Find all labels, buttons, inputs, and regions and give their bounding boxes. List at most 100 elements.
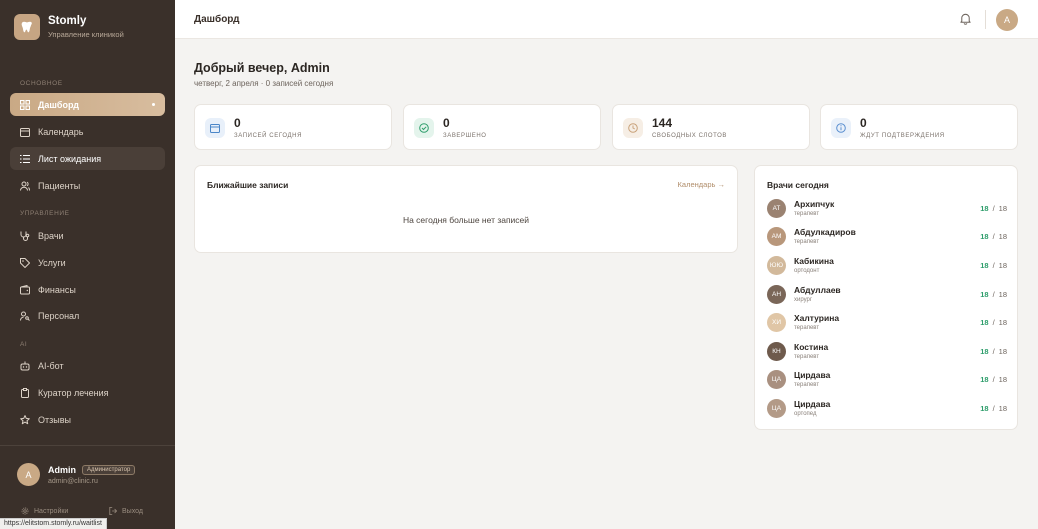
sidebar-item-finance[interactable]: Финансы	[10, 278, 165, 301]
sidebar-item-label: Дашборд	[38, 99, 79, 110]
sidebar-item-calendar[interactable]: Календарь	[10, 120, 165, 143]
calendar-icon	[205, 118, 225, 138]
calendar-link[interactable]: Календарь →	[678, 180, 725, 189]
sidebar-item-treatment-curator[interactable]: Куратор лечения	[10, 381, 165, 404]
clipboard-icon	[21, 387, 29, 398]
list-item[interactable]: АМ Абдулкадиров терапевт 18/18	[767, 225, 1007, 247]
sidebar-item-label: Лист ожидания	[38, 153, 102, 164]
section-ai-label: AI	[20, 341, 28, 348]
stat-label: СВОБОДНЫХ СЛОТОВ	[652, 133, 727, 139]
brand[interactable]: Stomly Управление клиникой	[14, 14, 124, 40]
doctor-name: Халтурина	[794, 313, 840, 323]
doctors-title: Врачи сегодня	[767, 180, 829, 190]
list-item[interactable]: ЦА Цирдава ортопед 18/18	[767, 397, 1007, 419]
sidebar-item-ai-bot[interactable]: AI-бот	[10, 354, 165, 377]
clock-icon	[623, 118, 643, 138]
bell-icon[interactable]	[959, 12, 972, 25]
settings-link[interactable]: Настройки	[21, 507, 68, 515]
sidebar-item-label: Врачи	[38, 230, 64, 241]
sidebar-item-staff[interactable]: Персонал	[10, 304, 165, 327]
brand-name: Stomly	[48, 15, 87, 27]
sidebar-item-services[interactable]: Услуги	[10, 251, 165, 274]
doctor-name: Костина	[794, 342, 829, 352]
wallet-icon	[20, 284, 30, 294]
list-item[interactable]: АТ Архипчук терапевт 18/18	[767, 197, 1007, 219]
sidebar-item-patients[interactable]: Пациенты	[10, 174, 165, 197]
avatar: КН	[767, 342, 786, 361]
brand-subtitle: Управление клиникой	[48, 30, 124, 39]
stat-card-completed: 0 ЗАВЕРШЕНО	[403, 104, 601, 150]
stat-card-today: 0 ЗАПИСЕЙ СЕГОДНЯ	[194, 104, 392, 150]
doctor-role: терапевт	[794, 382, 820, 388]
doctor-name: Абдулкадиров	[794, 227, 856, 237]
avatar[interactable]: A	[996, 9, 1018, 31]
sidebar-item-label: Услуги	[38, 257, 66, 268]
list-item[interactable]: ЮЮ Кабикина ортодонт 18/18	[767, 254, 1007, 276]
doctor-name: Кабикина	[794, 256, 834, 266]
stat-value: 0	[860, 116, 867, 130]
slot-count: 18/18	[980, 232, 1007, 241]
doctor-role: хирург	[794, 297, 813, 303]
avatar: АТ	[767, 199, 786, 218]
avatar: ХИ	[767, 313, 786, 332]
stat-label: ЗАВЕРШЕНО	[443, 133, 487, 139]
section-main-label: ОСНОВНОЕ	[20, 80, 63, 87]
list-item[interactable]: ЦА Цирдава терапевт 18/18	[767, 368, 1007, 390]
sidebar-item-label: Пациенты	[38, 180, 81, 191]
doctor-role: терапевт	[794, 354, 820, 360]
greeting-title: Добрый вечер, Admin	[194, 61, 330, 75]
page-title: Дашборд	[194, 14, 240, 25]
sidebar: Stomly Управление клиникой ОСНОВНОЕ Дашб…	[0, 0, 175, 529]
doctor-role: ортопед	[794, 411, 817, 417]
stat-label: ЗАПИСЕЙ СЕГОДНЯ	[234, 133, 303, 139]
upcoming-card: Ближайшие записи Календарь → На сегодня …	[194, 165, 738, 253]
topbar: Дашборд A	[175, 0, 1038, 39]
doctors-card: Врачи сегодня АТ Архипчук терапевт 18/18…	[754, 165, 1018, 430]
empty-state: На сегодня больше нет записей	[402, 215, 530, 225]
doctor-role: терапевт	[794, 211, 820, 217]
user-profile[interactable]: A Admin Администратор admin@clinic.ru	[17, 463, 136, 486]
slot-count: 18/18	[980, 404, 1007, 413]
stethoscope-icon	[20, 231, 30, 241]
sidebar-divider	[0, 445, 175, 446]
topbar-divider	[985, 10, 986, 29]
stat-card-pending: 0 ЖДУТ ПОДТВЕРЖДЕНИЯ	[820, 104, 1018, 150]
sidebar-item-label: Отзывы	[38, 414, 71, 425]
avatar: ЦА	[767, 399, 786, 418]
upcoming-title: Ближайшие записи	[207, 180, 289, 190]
doctor-role: терапевт	[794, 239, 820, 245]
settings-label: Настройки	[34, 507, 69, 515]
tooth-logo-icon	[14, 14, 40, 40]
slot-count: 18/18	[980, 261, 1007, 270]
doctor-role: ортодонт	[794, 268, 820, 274]
sidebar-item-reviews[interactable]: Отзывы	[10, 408, 165, 431]
link-status-url: https://elitstom.stomly.ru/waitlist	[0, 518, 107, 529]
grid-icon	[20, 99, 30, 110]
stat-value: 0	[443, 116, 450, 130]
sidebar-item-label: Персонал	[38, 310, 80, 321]
sidebar-item-doctors[interactable]: Врачи	[10, 224, 165, 247]
role-badge: Администратор	[82, 464, 136, 475]
list-item[interactable]: ХИ Халтурина терапевт 18/18	[767, 311, 1007, 333]
stat-value: 144	[652, 116, 673, 130]
users-icon	[20, 181, 30, 191]
robot-icon	[20, 361, 30, 370]
logout-link[interactable]: Выход	[109, 507, 143, 515]
stat-value: 0	[234, 116, 241, 130]
list-item[interactable]: АН Абдуллаев хирург 18/18	[767, 283, 1007, 305]
avatar: АН	[767, 285, 786, 304]
tag-icon	[20, 257, 30, 268]
doctor-name: Цирдава	[794, 370, 831, 380]
list-item[interactable]: КН Костина терапевт 18/18	[767, 340, 1007, 362]
sidebar-item-label: Календарь	[38, 126, 84, 137]
avatar: ЦА	[767, 370, 786, 389]
doctor-name: Архипчук	[794, 199, 835, 209]
stat-label: ЖДУТ ПОДТВЕРЖДЕНИЯ	[860, 133, 945, 139]
sidebar-item-waitlist[interactable]: Лист ожидания	[10, 147, 165, 170]
doctor-name: Абдуллаев	[794, 285, 841, 295]
slot-count: 18/18	[980, 204, 1007, 213]
person-key-icon	[20, 311, 30, 321]
slot-count: 18/18	[980, 290, 1007, 299]
sidebar-item-dashboard[interactable]: Дашборд	[10, 93, 165, 116]
slot-count: 18/18	[980, 375, 1007, 384]
